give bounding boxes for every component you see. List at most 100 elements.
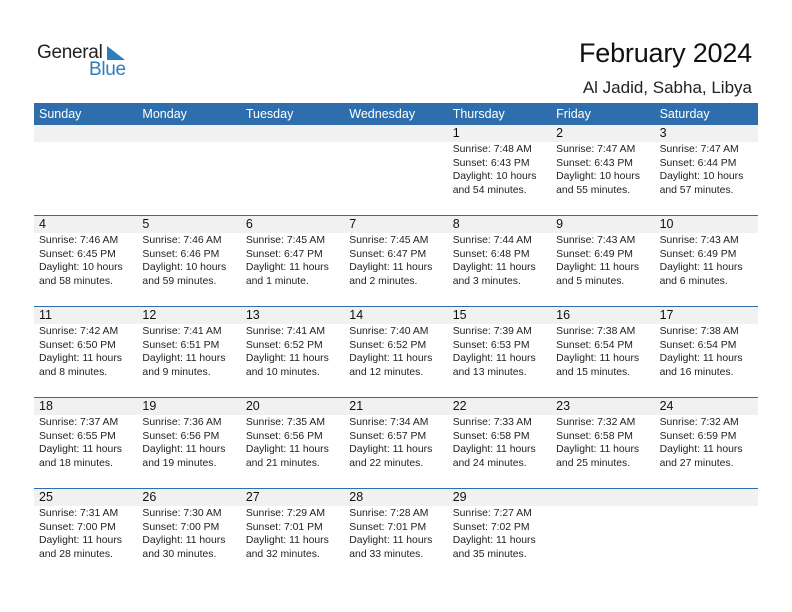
sunrise-text: Sunrise: 7:48 AM [452,144,532,155]
daylight-minutes-text: and 10 minutes. [245,366,320,378]
daylight-minutes-text: and 24 minutes. [452,457,527,469]
sunrise-text: Sunrise: 7:36 AM [142,417,222,428]
day-number: 16 [556,308,571,322]
sunset-text: Sunset: 7:01 PM [349,521,427,533]
day-number: 2 [556,126,564,140]
day-cell: 22 Sunrise: 7:33 AM Sunset: 6:58 PM Dayligh… [448,398,551,488]
sunset-text: Sunset: 7:00 PM [142,521,220,533]
day-cell: 16 Sunrise: 7:38 AM Sunset: 6:54 PM Dayligh… [551,307,654,397]
daylight-minutes-text: and 16 minutes. [659,366,734,378]
daylight-text: Daylight: 11 hours [452,535,536,546]
daylight-minutes-text: and 35 minutes. [452,548,527,560]
daylight-text: Daylight: 11 hours [452,353,536,364]
sunset-text: Sunset: 6:50 PM [39,339,116,351]
daylight-text: Daylight: 11 hours [39,444,122,455]
calendar-grid: Sunday Monday Tuesday Wednesday Thursday… [34,103,758,579]
daylight-minutes-text: and 58 minutes. [39,275,113,287]
day-info: Sunrise: 7:41 AM Sunset: 6:52 PM Daylight:… [241,324,344,379]
sunset-text: Sunset: 6:47 PM [349,248,427,260]
daylight-text: Daylight: 11 hours [349,535,433,546]
day-info: Sunrise: 7:31 AM Sunset: 7:00 PM Daylight:… [34,506,137,561]
sunrise-text: Sunrise: 7:27 AM [452,508,532,519]
daylight-text: Daylight: 10 hours [659,171,744,182]
day-number: 5 [142,217,150,231]
daylight-text: Daylight: 11 hours [39,535,122,546]
daylight-minutes-text: and 55 minutes. [556,184,631,196]
daylight-text: Daylight: 11 hours [142,353,226,364]
sunrise-text: Sunrise: 7:37 AM [39,417,119,428]
sunrise-text: Sunrise: 7:31 AM [39,508,119,519]
day-cell: 19 Sunrise: 7:36 AM Sunset: 6:56 PM Dayligh… [137,398,240,488]
day-cell: 8 Sunrise: 7:44 AM Sunset: 6:48 PM Daylight… [448,216,551,306]
sunset-text: Sunset: 6:49 PM [659,248,737,260]
page-title: February 2024 [578,38,752,68]
day-info: Sunrise: 7:47 AM Sunset: 6:43 PM Daylight:… [551,142,654,197]
day-cell: 24 Sunrise: 7:32 AM Sunset: 6:59 PM Dayligh… [655,398,758,488]
sunset-text: Sunset: 7:00 PM [39,521,116,533]
day-cell: 9 Sunrise: 7:43 AM Sunset: 6:49 PM Daylight… [551,216,654,306]
sunrise-text: Sunrise: 7:40 AM [349,326,429,337]
day-number: 18 [39,399,53,413]
day-cell: 10 Sunrise: 7:43 AM Sunset: 6:49 PM Dayligh… [655,216,758,306]
day-number: 17 [659,308,674,322]
day-number: 4 [39,217,46,231]
daylight-minutes-text: and 25 minutes. [556,457,631,469]
daylight-minutes-text: and 6 minutes. [659,275,728,287]
daylight-text: Daylight: 11 hours [349,444,433,455]
sunset-text: Sunset: 6:56 PM [142,430,220,442]
empty-day-cell [137,125,240,215]
daylight-text: Daylight: 11 hours [39,353,122,364]
sunrise-text: Sunrise: 7:35 AM [245,417,325,428]
day-cell: 26 Sunrise: 7:30 AM Sunset: 7:00 PM Dayligh… [137,489,240,579]
day-info: Sunrise: 7:40 AM Sunset: 6:52 PM Daylight:… [344,324,447,379]
weekday-wednesday: Wednesday [349,107,416,121]
sunrise-text: Sunrise: 7:47 AM [659,144,739,155]
sunset-text: Sunset: 6:48 PM [452,248,530,260]
week-row: 25 Sunrise: 7:31 AM Sunset: 7:00 PM Dayligh… [34,488,758,579]
day-cell: 21 Sunrise: 7:34 AM Sunset: 6:57 PM Dayligh… [344,398,447,488]
daylight-minutes-text: and 19 minutes. [142,457,217,469]
day-cell: 2 Sunrise: 7:47 AM Sunset: 6:43 PM Daylight… [551,125,654,215]
daylight-minutes-text: and 8 minutes. [39,366,108,378]
week-row: 18 Sunrise: 7:37 AM Sunset: 6:55 PM Dayligh… [34,397,758,488]
week-row: 11 Sunrise: 7:42 AM Sunset: 6:50 PM Dayligh… [34,306,758,397]
day-info: Sunrise: 7:32 AM Sunset: 6:58 PM Daylight:… [551,415,654,470]
day-info: Sunrise: 7:28 AM Sunset: 7:01 PM Daylight:… [344,506,447,561]
day-info: Sunrise: 7:43 AM Sunset: 6:49 PM Daylight:… [655,233,758,288]
day-number: 15 [452,308,467,322]
daylight-text: Daylight: 11 hours [556,444,640,455]
daylight-text: Daylight: 10 hours [556,171,640,182]
daylight-text: Daylight: 11 hours [556,262,640,273]
day-number: 28 [349,490,364,504]
day-info: Sunrise: 7:42 AM Sunset: 6:50 PM Daylight:… [34,324,137,379]
day-cell: 27 Sunrise: 7:29 AM Sunset: 7:01 PM Dayligh… [241,489,344,579]
day-cell: 15 Sunrise: 7:39 AM Sunset: 6:53 PM Dayligh… [448,307,551,397]
sunrise-text: Sunrise: 7:41 AM [142,326,222,337]
sunrise-text: Sunrise: 7:41 AM [245,326,325,337]
daylight-text: Daylight: 11 hours [659,353,743,364]
day-info: Sunrise: 7:27 AM Sunset: 7:02 PM Daylight:… [448,506,551,561]
sunrise-text: Sunrise: 7:45 AM [245,235,325,246]
day-number: 26 [142,490,157,504]
empty-day-cell [655,489,758,579]
day-info: Sunrise: 7:32 AM Sunset: 6:59 PM Daylight:… [655,415,758,470]
sunrise-text: Sunrise: 7:33 AM [452,417,532,428]
daylight-text: Daylight: 11 hours [659,444,743,455]
sunrise-text: Sunrise: 7:45 AM [349,235,429,246]
day-cell: 23 Sunrise: 7:32 AM Sunset: 6:58 PM Dayligh… [551,398,654,488]
week-cells: 1 Sunrise: 7:48 AM Sunset: 6:43 PM Daylight… [34,125,758,215]
daylight-minutes-text: and 30 minutes. [142,548,217,560]
day-cell: 3 Sunrise: 7:47 AM Sunset: 6:44 PM Daylight… [655,125,758,215]
sunrise-text: Sunrise: 7:29 AM [245,508,325,519]
weekday-saturday: Saturday [659,107,710,121]
day-info: Sunrise: 7:39 AM Sunset: 6:53 PM Daylight:… [448,324,551,379]
day-number: 29 [452,490,467,504]
day-cell: 17 Sunrise: 7:38 AM Sunset: 6:54 PM Dayligh… [655,307,758,397]
sunset-text: Sunset: 6:58 PM [452,430,530,442]
triangle-logo-icon [107,46,125,60]
sunset-text: Sunset: 6:57 PM [349,430,427,442]
day-cell: 18 Sunrise: 7:37 AM Sunset: 6:55 PM Dayligh… [34,398,137,488]
day-info: Sunrise: 7:36 AM Sunset: 6:56 PM Daylight:… [137,415,240,470]
weekday-header-row: Sunday Monday Tuesday Wednesday Thursday… [34,103,758,125]
day-info: Sunrise: 7:44 AM Sunset: 6:48 PM Daylight:… [448,233,551,288]
